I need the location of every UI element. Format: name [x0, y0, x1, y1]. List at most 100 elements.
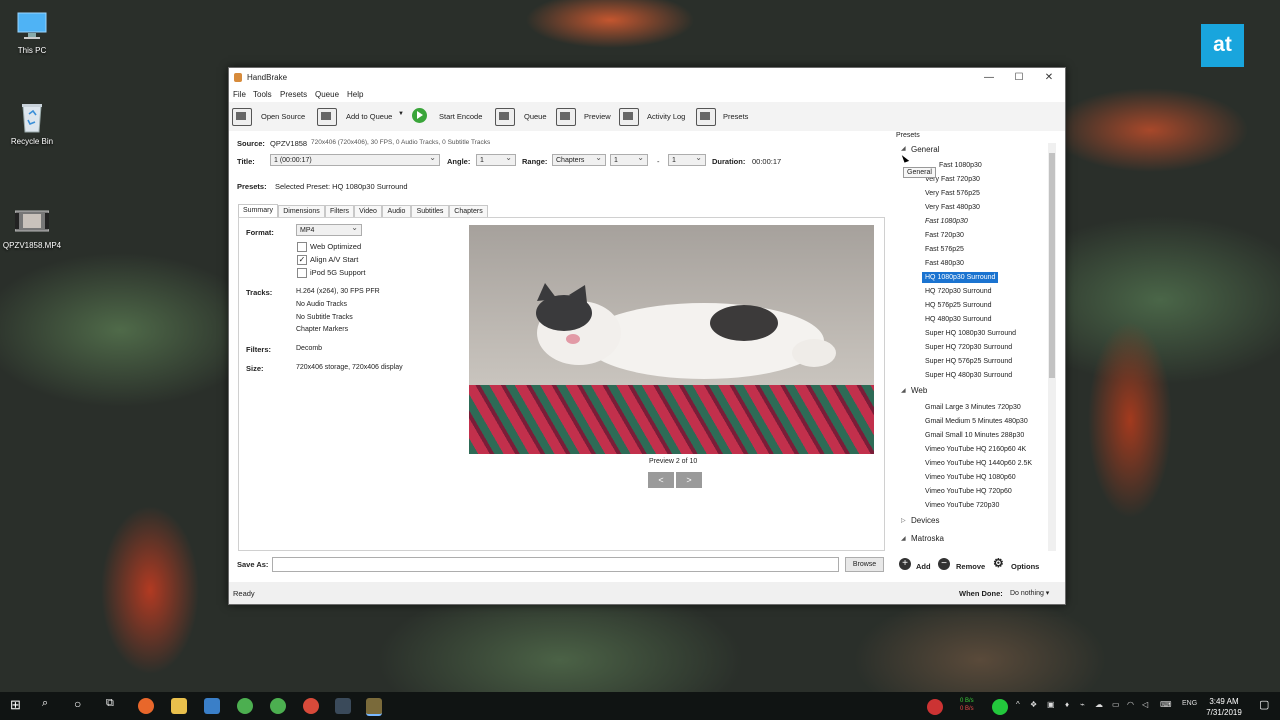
- preset-item[interactable]: HQ 480p30 Surround: [922, 314, 995, 325]
- preset-item[interactable]: Very Fast 480p30: [922, 202, 983, 213]
- preset-item[interactable]: Fast 1080p30: [922, 216, 971, 227]
- droplet-icon[interactable]: ♦: [1065, 700, 1069, 709]
- queue-icon[interactable]: [495, 108, 515, 126]
- green-app-icon[interactable]: [992, 699, 1008, 715]
- range-type-select[interactable]: Chapters: [552, 152, 606, 166]
- preset-item[interactable]: Vimeo YouTube HQ 720p60: [922, 486, 1015, 497]
- add-preset-button[interactable]: Add: [916, 562, 931, 571]
- menu-queue[interactable]: Queue: [315, 90, 339, 99]
- preset-item[interactable]: Vimeo YouTube HQ 1080p60: [922, 472, 1019, 483]
- search-icon[interactable]: ⌕: [42, 697, 48, 710]
- range-end-select[interactable]: 1: [668, 152, 706, 166]
- scrollbar-thumb[interactable]: [1049, 153, 1055, 378]
- range-start-select[interactable]: 1: [610, 152, 648, 166]
- presets-button[interactable]: Presets: [723, 112, 748, 121]
- preset-item[interactable]: Very Fast 576p25: [922, 188, 983, 199]
- preset-item[interactable]: Gmail Large 3 Minutes 720p30: [922, 402, 1024, 413]
- desktop-icon-video-file[interactable]: QPZV1858.MP4: [0, 204, 64, 250]
- chrome-icon[interactable]: [270, 698, 286, 714]
- preset-item[interactable]: Fast 480p30: [922, 258, 967, 269]
- volume-icon[interactable]: ◁: [1142, 700, 1148, 709]
- expand-web-icon[interactable]: ◢: [901, 387, 906, 394]
- activity-log-button[interactable]: Activity Log: [647, 112, 685, 121]
- terminal-icon[interactable]: [335, 698, 351, 714]
- tab-chapters[interactable]: Chapters: [449, 205, 488, 217]
- handbrake-taskbar-icon[interactable]: [366, 698, 382, 716]
- preview-next-button[interactable]: >: [676, 472, 702, 488]
- preset-item-selected[interactable]: HQ 1080p30 Surround: [922, 272, 999, 283]
- preset-item[interactable]: HQ 576p25 Surround: [922, 300, 995, 311]
- chevron-up-icon[interactable]: ^: [1016, 700, 1020, 709]
- clock[interactable]: 3:49 AM 7/31/2019: [1197, 696, 1251, 718]
- tab-audio[interactable]: Audio: [382, 205, 411, 217]
- start-encode-button[interactable]: Start Encode: [439, 112, 482, 121]
- windows-start-icon[interactable]: ⊞: [10, 697, 21, 713]
- preset-item[interactable]: Super HQ 1080p30 Surround: [922, 328, 1019, 339]
- open-source-icon[interactable]: [232, 108, 252, 126]
- activity-log-icon[interactable]: [619, 108, 639, 126]
- align-av-start-checkbox[interactable]: ✓: [297, 255, 307, 265]
- ipod-support-checkbox[interactable]: [297, 268, 307, 278]
- preset-group-general[interactable]: General: [911, 145, 939, 154]
- usb-icon[interactable]: ⌁: [1080, 700, 1085, 709]
- presets-icon[interactable]: [696, 108, 716, 126]
- chrome-icon[interactable]: [303, 698, 319, 714]
- menu-tools[interactable]: Tools: [253, 90, 272, 99]
- preset-item[interactable]: Vimeo YouTube 720p30: [922, 500, 1002, 511]
- when-done-select[interactable]: Do nothing ▾: [1010, 589, 1049, 597]
- menu-presets[interactable]: Presets: [280, 90, 307, 99]
- cloud-icon[interactable]: ☁: [1095, 700, 1103, 709]
- menu-file[interactable]: File: [233, 90, 246, 99]
- open-source-button[interactable]: Open Source: [261, 112, 305, 121]
- cortana-icon[interactable]: ○: [74, 697, 81, 711]
- firefox-icon[interactable]: [138, 698, 154, 714]
- preset-item[interactable]: Fast 720p30: [922, 230, 967, 241]
- remove-icon[interactable]: −: [938, 558, 950, 570]
- expand-general-icon[interactable]: ◢: [901, 145, 906, 152]
- tab-filters[interactable]: Filters: [325, 205, 354, 217]
- presets-scrollbar[interactable]: [1048, 143, 1056, 551]
- preset-item[interactable]: Super HQ 576p25 Surround: [922, 356, 1015, 367]
- preset-item[interactable]: Gmail Medium 5 Minutes 480p30: [922, 416, 1031, 427]
- preset-item[interactable]: HQ 720p30 Surround: [922, 286, 995, 297]
- dropbox-icon[interactable]: ❖: [1030, 700, 1037, 709]
- preset-item[interactable]: Fast 1080p30: [936, 160, 985, 171]
- minimize-button[interactable]: —: [975, 70, 1003, 86]
- tab-subtitles[interactable]: Subtitles: [411, 205, 449, 217]
- add-to-queue-button[interactable]: Add to Queue: [346, 112, 392, 121]
- save-as-input[interactable]: [272, 557, 839, 572]
- preset-item[interactable]: Vimeo YouTube HQ 1440p60 2.5K: [922, 458, 1035, 469]
- preset-item[interactable]: Super HQ 480p30 Surround: [922, 370, 1015, 381]
- preset-group-web[interactable]: Web: [911, 386, 927, 395]
- web-optimized-checkbox[interactable]: [297, 242, 307, 252]
- title-bar[interactable]: HandBrake — ☐ ✕: [229, 68, 1065, 88]
- preview-prev-button[interactable]: <: [648, 472, 674, 488]
- wifi-icon[interactable]: ◠: [1127, 700, 1134, 709]
- add-icon[interactable]: +: [899, 558, 911, 570]
- preset-item[interactable]: Super HQ 720p30 Surround: [922, 342, 1015, 353]
- notifications-icon[interactable]: ▢: [1259, 698, 1269, 711]
- preset-item[interactable]: Vimeo YouTube HQ 2160p60 4K: [922, 444, 1029, 455]
- preset-group-devices[interactable]: Devices: [911, 516, 939, 525]
- play-icon[interactable]: [412, 108, 427, 123]
- file-explorer-icon[interactable]: [171, 698, 187, 714]
- preview-button[interactable]: Preview: [584, 112, 611, 121]
- store-icon[interactable]: [204, 698, 220, 714]
- preset-group-matroska[interactable]: Matroska: [911, 534, 944, 543]
- maximize-button[interactable]: ☐: [1005, 70, 1033, 86]
- gear-icon[interactable]: ⚙: [993, 556, 1004, 570]
- status-ring-icon[interactable]: [927, 699, 943, 715]
- display-icon[interactable]: ▭: [1112, 700, 1120, 709]
- add-to-queue-dropdown-icon[interactable]: ▼: [398, 111, 404, 117]
- chrome-icon[interactable]: [237, 698, 253, 714]
- title-select[interactable]: 1 (00:00:17): [270, 152, 440, 166]
- desktop-icon-recycle-bin[interactable]: Recycle Bin: [0, 100, 64, 146]
- tab-summary[interactable]: Summary: [238, 204, 278, 217]
- keyboard-icon[interactable]: ⌨: [1160, 700, 1172, 709]
- remove-preset-button[interactable]: Remove: [956, 562, 985, 571]
- options-button[interactable]: Options: [1011, 562, 1039, 571]
- expand-devices-icon[interactable]: ▷: [901, 517, 906, 524]
- preset-item[interactable]: Gmail Small 10 Minutes 288p30: [922, 430, 1027, 441]
- queue-button[interactable]: Queue: [524, 112, 547, 121]
- tab-dimensions[interactable]: Dimensions: [278, 205, 325, 217]
